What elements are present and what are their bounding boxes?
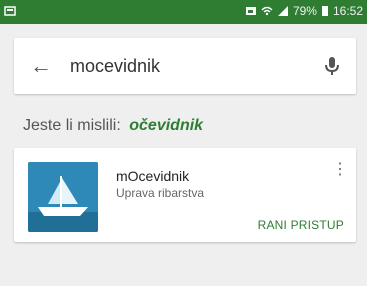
battery-icon (321, 6, 328, 16)
wifi-icon (261, 6, 273, 16)
signal-icon (277, 6, 288, 16)
boat-illustration (28, 162, 98, 232)
back-arrow-icon[interactable]: ← (30, 54, 54, 78)
battery-percent: 79% (292, 4, 317, 18)
more-vert-icon[interactable]: ⋮ (332, 162, 348, 178)
app-notification-icon (4, 6, 16, 16)
app-result-card[interactable]: mOcevidnik Uprava ribarstva ⋮ RANI PRIST… (14, 148, 356, 242)
search-query[interactable]: mocevidnik (70, 56, 160, 76)
app-title[interactable]: mOcevidnik (116, 168, 189, 184)
early-access-button[interactable]: RANI PRISTUP (258, 218, 344, 232)
clock: 16:52 (332, 4, 363, 18)
search-bar[interactable]: ← mocevidnik (14, 38, 356, 94)
image-icon (245, 7, 256, 15)
status-right: 79% 16:52 (245, 4, 363, 18)
suggestion-prefix: Jeste li mislili: (23, 117, 121, 134)
suggested-query-link[interactable]: očevidnik (129, 117, 203, 134)
app-developer: Uprava ribarstva (116, 186, 205, 200)
boat-app-icon[interactable] (28, 162, 98, 232)
status-bar: 79% 16:52 (0, 0, 367, 24)
spelling-suggestion: Jeste li mislili: očevidnik (23, 116, 203, 136)
mic-icon[interactable] (320, 54, 344, 78)
